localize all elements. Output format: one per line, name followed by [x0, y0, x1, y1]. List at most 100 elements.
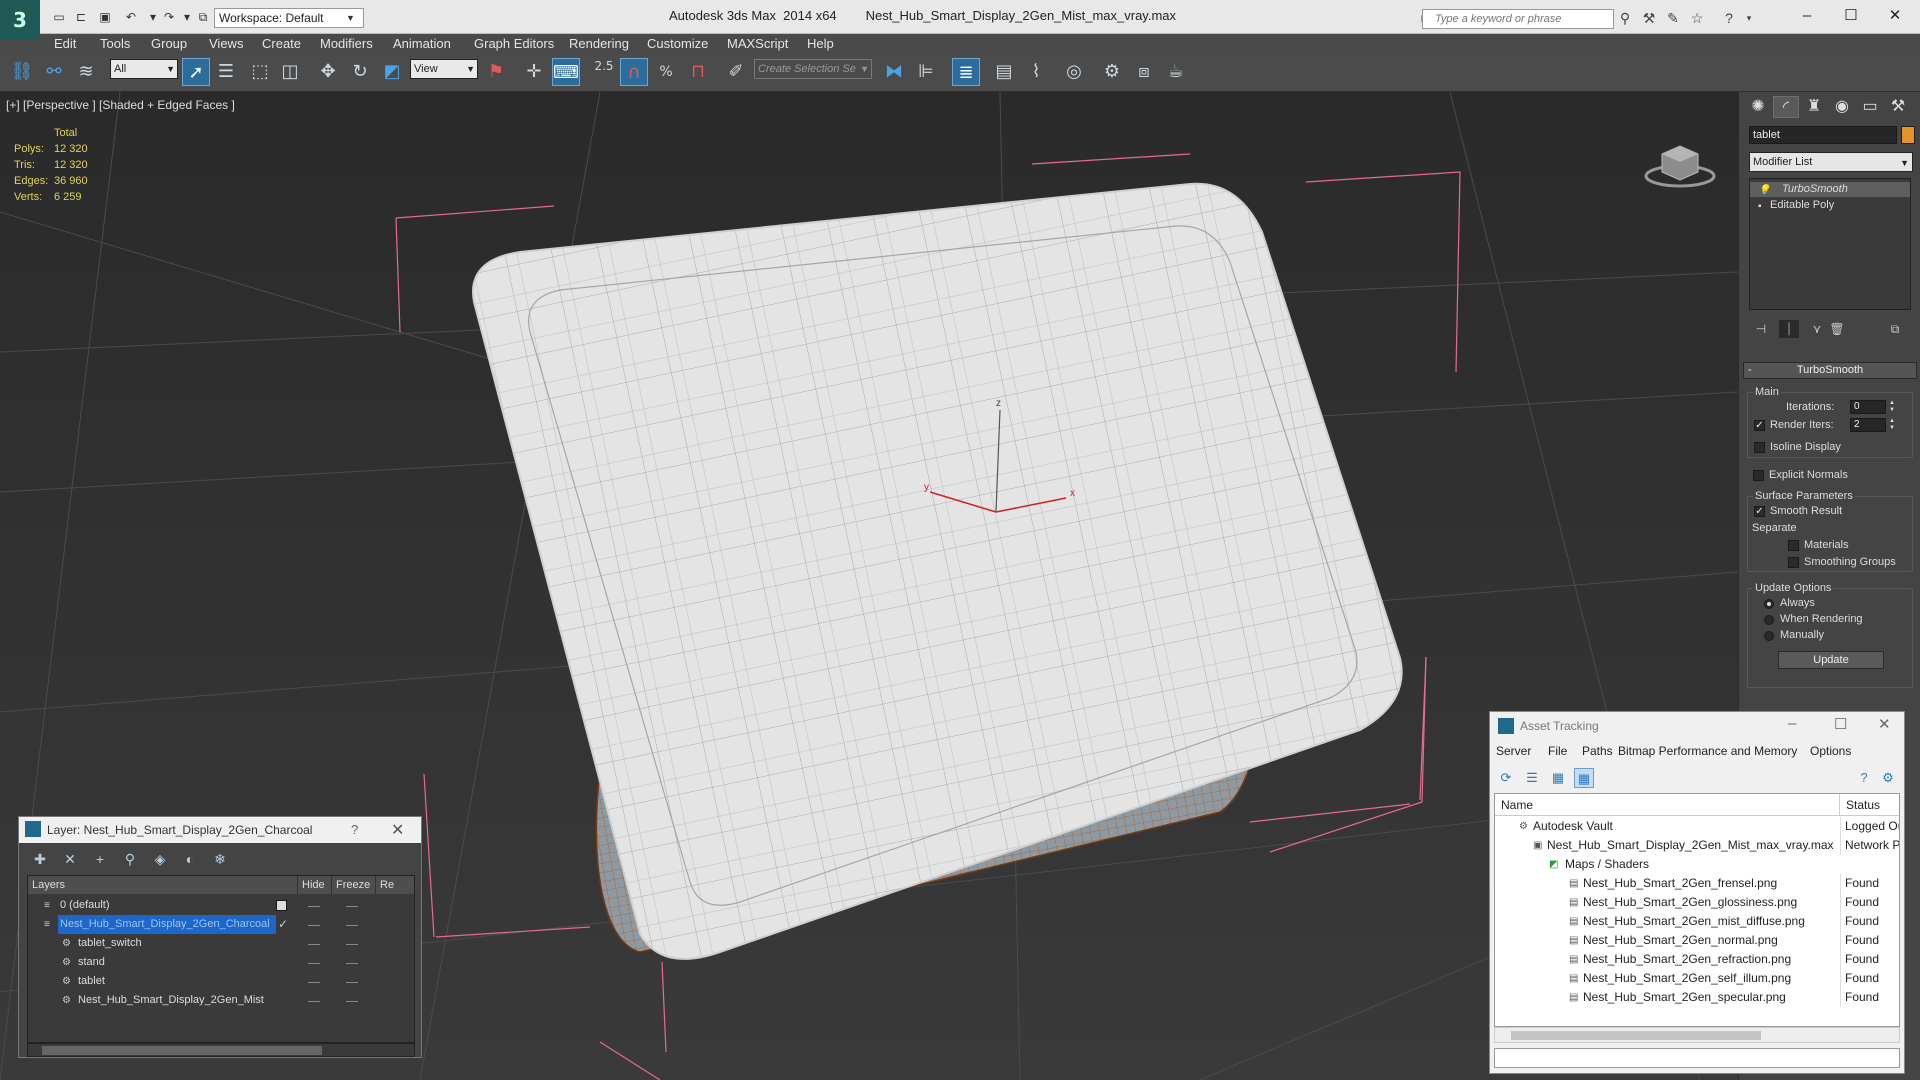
menu-graph-editors[interactable]: Graph Editors	[474, 36, 554, 51]
hide-toggle[interactable]	[308, 1001, 320, 1002]
layer-row[interactable]: ⚙ tablet	[28, 972, 414, 991]
menu-views[interactable]: Views	[209, 36, 243, 51]
asset-row[interactable]: ▤ Nest_Hub_Smart_2Gen_refraction.png Found	[1495, 950, 1899, 969]
object-color-swatch[interactable]	[1901, 126, 1915, 144]
current-layer-box[interactable]	[276, 900, 287, 911]
asset-row[interactable]: ▤ Nest_Hub_Smart_2Gen_specular.png Found	[1495, 988, 1899, 1007]
redo-icon[interactable]: ↷	[160, 9, 178, 25]
save-file-icon[interactable]: ▣	[96, 9, 114, 25]
asset-row[interactable]: ⚙ Autodesk Vault Logged Ou	[1495, 817, 1899, 836]
project-folder-icon[interactable]: ⧉	[194, 9, 212, 25]
create-tab-icon[interactable]: ✺	[1745, 96, 1771, 118]
help-info-icon[interactable]: ?	[1854, 768, 1874, 788]
lightbulb-icon[interactable]: 💡	[1758, 183, 1770, 198]
layer-row[interactable]: ≡ 0 (default)	[28, 896, 414, 915]
stack-item-editable-poly[interactable]: ▪ Editable Poly	[1750, 198, 1910, 213]
asset-menu-paths[interactable]: Paths	[1582, 744, 1613, 758]
freeze-all-layers-icon[interactable]: ❄	[209, 849, 231, 869]
select-rotate-icon[interactable]: ↻	[346, 58, 374, 86]
remove-modifier-icon[interactable]: 🗑	[1827, 320, 1847, 338]
freeze-toggle[interactable]	[346, 925, 358, 926]
hide-toggle[interactable]	[308, 963, 320, 964]
scrollbar-thumb[interactable]	[42, 1046, 322, 1055]
select-objects-in-layer-icon[interactable]: ⚲	[119, 849, 141, 869]
link-icon[interactable]: ⛓	[8, 58, 36, 86]
freeze-toggle[interactable]	[346, 906, 358, 907]
asset-row[interactable]: ▤ Nest_Hub_Smart_2Gen_glossiness.png Found	[1495, 893, 1899, 912]
asset-minimize-button[interactable]: –	[1788, 715, 1796, 732]
align-icon[interactable]: ⊫	[912, 58, 940, 86]
add-to-layer-icon[interactable]: +	[89, 849, 111, 869]
explicit-normals-checkbox[interactable]	[1753, 470, 1764, 481]
list-view-icon[interactable]: ☰	[1522, 768, 1542, 788]
rectangular-selection-icon[interactable]: ⬚	[246, 58, 274, 86]
utilities-tab-icon[interactable]: ⚒	[1885, 96, 1911, 118]
help-dropdown-icon[interactable]: ▾	[1740, 9, 1758, 27]
asset-menu-server[interactable]: Server	[1496, 744, 1531, 758]
column-header-render[interactable]: Re	[376, 876, 414, 894]
configure-sets-icon[interactable]: ⧉	[1885, 320, 1905, 338]
communication-icon[interactable]: ✎	[1664, 9, 1682, 27]
hide-toggle[interactable]	[308, 925, 320, 926]
asset-maximize-button[interactable]: ☐	[1834, 715, 1847, 733]
pivot-center-icon[interactable]: ⚑	[482, 58, 510, 86]
menu-maxscript[interactable]: MAXScript	[727, 36, 788, 51]
layer-dialog-titlebar[interactable]: Layer: Nest_Hub_Smart_Display_2Gen_Charc…	[19, 817, 421, 843]
highlight-selected-icon[interactable]: ◈	[149, 849, 171, 869]
select-object-icon[interactable]: ➚	[182, 58, 210, 86]
when-rendering-radio[interactable]	[1764, 615, 1774, 625]
asset-close-button[interactable]: ✕	[1878, 715, 1891, 733]
pin-stack-icon[interactable]: ⊣	[1751, 320, 1771, 338]
freeze-toggle[interactable]	[346, 963, 358, 964]
spinner-snap-icon[interactable]: ⊓	[684, 58, 712, 86]
asset-row[interactable]: ▤ Nest_Hub_Smart_2Gen_self_illum.png Found	[1495, 969, 1899, 988]
asset-row[interactable]: ▤ Nest_Hub_Smart_2Gen_mist_diffuse.png Fou…	[1495, 912, 1899, 931]
menu-tools[interactable]: Tools	[100, 36, 130, 51]
layer-row[interactable]: ≡ Nest_Hub_Smart_Display_2Gen_Charcoal ✓	[28, 915, 414, 934]
manually-radio[interactable]	[1764, 631, 1774, 641]
binoculars-icon[interactable]: ⚲	[1616, 9, 1634, 27]
freeze-toggle[interactable]	[346, 1001, 358, 1002]
undo-icon[interactable]: ↶	[122, 9, 140, 25]
display-tab-icon[interactable]: ▭	[1857, 96, 1883, 118]
select-scale-icon[interactable]: ◩	[378, 58, 406, 86]
update-button[interactable]: Update	[1778, 651, 1884, 669]
render-iters-spinner[interactable]: 2	[1850, 418, 1886, 432]
unlink-icon[interactable]: ⚯	[40, 58, 68, 86]
hide-toggle[interactable]	[308, 944, 320, 945]
rollout-header[interactable]: - TurboSmooth	[1743, 362, 1917, 379]
spinner-arrows-icon[interactable]: ▲ ▼	[1888, 418, 1896, 432]
column-header-name[interactable]: Name	[1495, 794, 1840, 816]
menu-modifiers[interactable]: Modifiers	[320, 36, 373, 51]
select-manipulate-icon[interactable]: ✛	[520, 58, 548, 86]
asset-dialog-titlebar[interactable]: Asset Tracking – ☐ ✕	[1490, 712, 1904, 740]
freeze-toggle[interactable]	[346, 982, 358, 983]
make-unique-icon[interactable]: ⋎	[1807, 320, 1827, 338]
object-name-field[interactable]: tablet	[1749, 126, 1897, 144]
mirror-icon[interactable]: ⧓	[880, 58, 908, 86]
viewport-label[interactable]: [+] [Perspective ] [Shaded + Edged Faces…	[6, 98, 235, 112]
column-header-hide[interactable]: Hide	[298, 876, 332, 894]
rendered-frame-window-icon[interactable]: ⧈	[1130, 58, 1158, 86]
named-selection-set-dropdown[interactable]: Create Selection Se ▼	[754, 59, 872, 79]
menu-help[interactable]: Help	[807, 36, 834, 51]
smoothing-groups-checkbox[interactable]	[1788, 557, 1799, 568]
spinner-arrows-icon[interactable]: ▲ ▼	[1888, 400, 1896, 414]
curve-editor-icon[interactable]: ⌇	[1022, 58, 1050, 86]
refresh-icon[interactable]: ⟳	[1496, 768, 1516, 788]
delete-layer-icon[interactable]: ✕	[59, 849, 81, 869]
subscription-icon[interactable]: ⚒	[1640, 9, 1658, 27]
motion-tab-icon[interactable]: ◉	[1829, 96, 1855, 118]
smooth-result-checkbox[interactable]: ✓	[1754, 506, 1765, 517]
layer-manager-icon[interactable]: ≣	[952, 58, 980, 86]
asset-row[interactable]: ▤ Nest_Hub_Smart_2Gen_frensel.png Found	[1495, 874, 1899, 893]
workspace-arrow-icon[interactable]: ▼	[346, 9, 360, 27]
favorites-star-icon[interactable]: ☆	[1688, 9, 1706, 27]
menu-animation[interactable]: Animation	[393, 36, 451, 51]
stack-item-turbosmooth[interactable]: 💡 TurboSmooth	[1750, 182, 1910, 197]
create-layer-icon[interactable]: ✚	[29, 849, 51, 869]
select-by-name-icon[interactable]: ☰	[212, 58, 240, 86]
asset-row[interactable]: ◩ Maps / Shaders	[1495, 855, 1899, 874]
asset-menu-file[interactable]: File	[1548, 744, 1567, 758]
app-logo-button[interactable]: 3	[0, 0, 40, 40]
